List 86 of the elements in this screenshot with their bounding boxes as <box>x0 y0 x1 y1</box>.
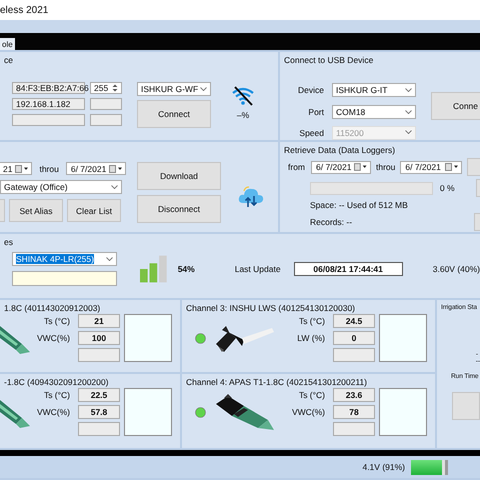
connect-button[interactable]: Connect <box>137 100 211 128</box>
signal-bars-icon <box>140 255 168 283</box>
calendar-icon <box>445 163 460 171</box>
voltage-reading: 3.60V (40%) <box>432 264 480 274</box>
node-dropdown[interactable]: SHINAK 4P-LR(255) <box>12 252 118 266</box>
battery-icon <box>411 460 442 474</box>
text-field[interactable] <box>90 98 122 110</box>
through-label: throu <box>39 164 59 174</box>
button[interactable] <box>452 392 480 420</box>
reading-label: VWC(%) <box>36 333 71 343</box>
ip-field[interactable]: 192.168.1.182 <box>12 98 85 110</box>
calendar-icon <box>15 164 30 172</box>
calendar-icon <box>354 163 368 171</box>
window-title: eless 2021 <box>0 4 48 16</box>
reading-value: 24.5 <box>333 314 375 328</box>
panel-title: ce <box>4 55 13 65</box>
reading-label: Ts (°C) <box>42 390 71 400</box>
channel-title: 1.8C (401143020912003) <box>4 303 100 313</box>
caret-icon <box>111 184 118 190</box>
last-update-field: 06/08/21 17:44:41 <box>294 262 403 276</box>
reading-value: 22.5 <box>78 388 120 402</box>
signal-reading: 54% <box>178 264 195 274</box>
reading-value: 100 <box>78 331 120 345</box>
reading-value: 23.6 <box>333 388 375 402</box>
connect-button[interactable]: Conne <box>431 92 480 120</box>
chart-area <box>124 388 172 436</box>
device-dropdown[interactable]: ISHKUR G-WF <box>137 82 211 96</box>
reading-field <box>78 422 120 436</box>
chart-area <box>379 314 427 362</box>
reading-label: Ts (°C) <box>42 316 71 326</box>
battery-reading: 4.1V (91%) <box>362 462 405 472</box>
reading-label: Ts (°C) <box>298 390 326 400</box>
spinner-icon <box>112 84 118 92</box>
through-label: throu <box>376 162 396 172</box>
wifi-off-icon <box>231 86 255 106</box>
space-text: Space: -- Used of 512 MB <box>309 200 409 210</box>
field-label: Speed <box>298 128 325 138</box>
channel-title: Channel 3: INSHU LWS (401254130120030) <box>186 303 356 313</box>
from-label: from <box>288 162 306 172</box>
date-picker[interactable]: 6/ 7/2021 <box>66 162 126 175</box>
reading-value: 78 <box>333 405 375 419</box>
reading-label: VWC(%) <box>36 407 71 417</box>
action-button[interactable]: Set Alias <box>9 199 63 222</box>
chart-area <box>379 388 427 436</box>
date-picker[interactable]: 6/ 7/2021 <box>400 160 462 174</box>
disconnect-button[interactable]: Disconnect <box>137 195 221 223</box>
caret-icon <box>405 110 412 114</box>
panel-title: es <box>4 237 13 247</box>
records-text: Records: -- <box>310 217 352 227</box>
reading-value: 57.8 <box>78 405 120 419</box>
reading-value: 0 <box>333 331 375 345</box>
reading-label: Ts (°C) <box>298 316 326 326</box>
dropdown[interactable]: COM18 <box>332 105 416 119</box>
date-picker[interactable]: 21 <box>0 162 32 175</box>
action-button[interactable]: Clear List <box>67 199 121 222</box>
caret-icon <box>200 86 207 92</box>
date-picker[interactable]: 6/ 7/2021 <box>311 160 371 174</box>
calendar-icon <box>109 164 124 172</box>
channel-title: -1.8C (4094302091200200) <box>4 377 108 387</box>
reading-label: VWC(%) <box>290 407 326 417</box>
reading-field <box>333 348 375 362</box>
tab[interactable]: ole <box>0 38 15 50</box>
download-button[interactable]: Download <box>137 162 221 190</box>
reading-value: 21 <box>78 314 120 328</box>
reading-field <box>78 348 120 362</box>
reading-field <box>333 422 375 436</box>
text-field[interactable] <box>90 114 122 126</box>
dropdown[interactable]: ISHKUR G-IT <box>332 83 416 97</box>
gateway-dropdown[interactable]: Gateway (Office) <box>0 180 122 194</box>
caret-icon <box>405 88 412 92</box>
panel-title: Connect to USB Device <box>284 55 374 65</box>
signal-reading: –% <box>236 110 250 120</box>
last-update-label: Last Update <box>234 264 281 274</box>
chart-area <box>124 314 172 362</box>
field-label: Device <box>297 85 325 95</box>
text-field[interactable] <box>12 114 85 126</box>
spin-field[interactable]: 255 <box>90 82 122 94</box>
caret-icon <box>106 256 114 262</box>
progress-reading: 0 % <box>440 183 455 193</box>
field-label: Port <box>307 107 325 117</box>
text-field[interactable] <box>12 271 118 286</box>
panel-title: Retrieve Data (Data Loggers) <box>284 145 396 155</box>
caret-icon <box>405 130 412 135</box>
cloud-sync-icon <box>238 185 264 209</box>
channel-title: Channel 4: APAS T1-1.8C (4021541301200211) <box>186 377 367 387</box>
reading-label: LW (%) <box>296 333 326 343</box>
